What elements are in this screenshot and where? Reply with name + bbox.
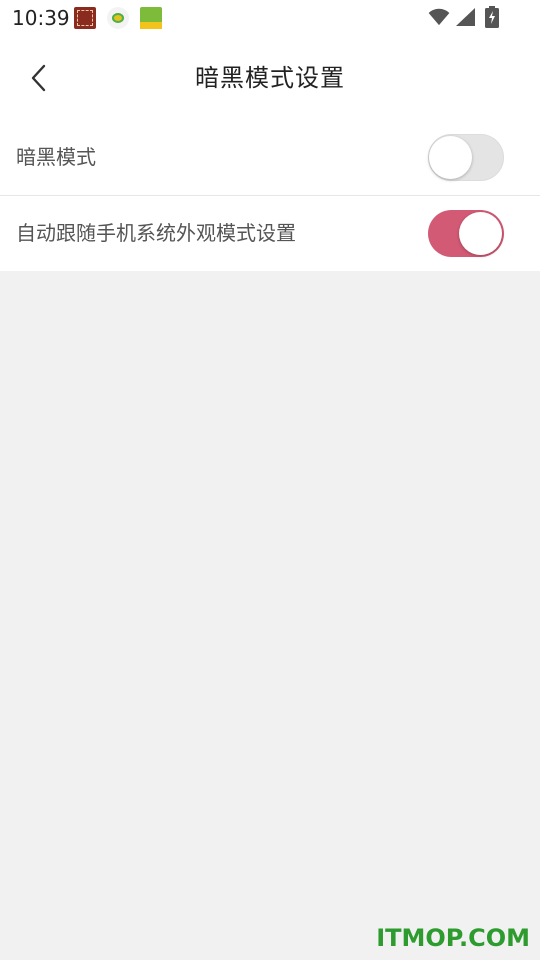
watermark: ITMOP.COM — [376, 924, 530, 952]
app-notification-icon — [74, 7, 96, 29]
status-time: 10:39 — [12, 6, 70, 30]
setting-label-follow-system: 自动跟随手机系统外观模式设置 — [16, 221, 296, 245]
page-title: 暗黑模式设置 — [195, 64, 345, 92]
wifi-icon — [428, 8, 450, 26]
toolbar: 暗黑模式设置 — [0, 36, 540, 120]
signal-icon — [456, 8, 475, 26]
setting-row-dark-mode: 暗黑模式 — [0, 120, 540, 195]
follow-system-toggle[interactable] — [428, 210, 504, 257]
setting-row-follow-system: 自动跟随手机系统外观模式设置 — [0, 196, 540, 271]
app-notification-icon — [107, 7, 129, 29]
battery-charging-icon — [485, 6, 499, 28]
setting-label-dark-mode: 暗黑模式 — [16, 145, 96, 169]
toggle-knob — [459, 212, 502, 255]
status-bar: 10:39 — [0, 0, 540, 36]
dark-mode-toggle[interactable] — [428, 134, 504, 181]
app-notification-icon — [140, 7, 162, 29]
toggle-knob — [429, 136, 472, 179]
